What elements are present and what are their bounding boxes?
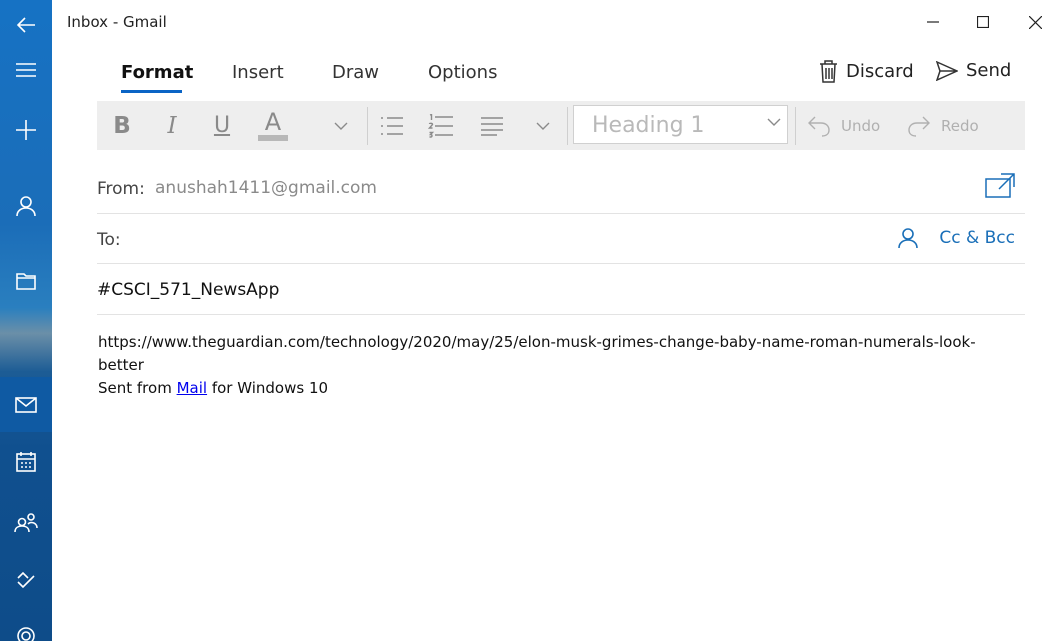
settings-button[interactable] (0, 615, 52, 641)
menu-button[interactable] (0, 45, 52, 95)
discard-button[interactable]: Discard (819, 60, 914, 83)
close-icon (1028, 15, 1042, 29)
align-left-icon (481, 116, 503, 136)
italic-button[interactable]: I (157, 101, 187, 150)
pop-out-icon[interactable] (985, 173, 1015, 199)
align-dropdown-button[interactable] (531, 101, 555, 150)
signature-prefix: Sent from (98, 379, 177, 397)
contact-picker-icon[interactable] (898, 227, 918, 249)
folders-icon (16, 273, 36, 290)
calendar-icon (16, 452, 36, 472)
body-link-text: https://www.theguardian.com/technology/2… (98, 333, 976, 374)
back-arrow-icon (16, 17, 35, 33)
from-value[interactable]: anushah1411@gmail.com (155, 178, 377, 198)
left-rail (0, 0, 52, 641)
chevron-down-icon (767, 118, 781, 126)
new-mail-button[interactable] (0, 105, 52, 155)
tab-format[interactable]: Format (121, 62, 193, 83)
style-select[interactable]: Heading 1 (573, 105, 788, 144)
cc-bcc-button[interactable]: Cc & Bcc (939, 228, 1015, 248)
signature-suffix: for Windows 10 (207, 379, 329, 397)
subject-row[interactable]: #CSCI_571_NewsApp (97, 264, 1025, 315)
minimize-icon (927, 21, 939, 23)
chevron-down-icon (536, 122, 550, 130)
discard-label: Discard (846, 61, 914, 82)
undo-label: Undo (841, 116, 881, 135)
signature: Sent from Mail for Windows 10 (98, 377, 1008, 400)
window-title: Inbox - Gmail (67, 13, 167, 31)
people-button[interactable] (0, 497, 52, 547)
redo-icon (908, 116, 930, 137)
active-tab-indicator (121, 90, 182, 93)
bold-button[interactable]: B (107, 101, 137, 150)
underline-button[interactable]: U (207, 101, 237, 150)
close-button[interactable] (1006, 0, 1052, 44)
send-icon (936, 60, 958, 81)
format-toolbar: B I U A Heading 1 Undo Redo (97, 101, 1025, 150)
toolbar-divider (367, 107, 368, 145)
style-select-value: Heading 1 (592, 113, 705, 138)
hamburger-menu-icon (16, 63, 36, 77)
people-icon (14, 513, 38, 533)
numbered-list-icon (428, 113, 453, 138)
tab-options[interactable]: Options (428, 62, 497, 83)
message-body[interactable]: https://www.theguardian.com/technology/2… (98, 331, 1008, 400)
font-color-glyph: A (264, 108, 282, 136)
mail-link[interactable]: Mail (177, 379, 207, 397)
send-label: Send (966, 60, 1012, 81)
toolbar-divider (567, 107, 568, 145)
align-button[interactable] (479, 101, 505, 150)
to-row[interactable]: To: Cc & Bcc (97, 213, 1025, 264)
send-button[interactable]: Send (936, 60, 1011, 81)
to-label: To: (97, 230, 121, 250)
font-dropdown-button[interactable] (329, 101, 353, 150)
tab-insert[interactable]: Insert (232, 62, 284, 83)
back-button[interactable] (0, 0, 52, 50)
folders-button[interactable] (0, 256, 52, 306)
calendar-button[interactable] (0, 437, 52, 487)
account-icon (16, 196, 36, 217)
new-mail-icon (16, 120, 36, 140)
mail-icon (15, 396, 37, 413)
numbered-list-button[interactable] (428, 101, 454, 150)
toolbar-divider (795, 107, 796, 145)
trash-icon (820, 60, 837, 83)
redo-label: Redo (941, 116, 979, 135)
bullet-list-button[interactable] (379, 101, 405, 150)
chevron-down-icon (334, 122, 348, 130)
font-color-button[interactable]: A (257, 101, 289, 150)
redo-button[interactable]: Redo (907, 101, 987, 150)
settings-icon (17, 627, 35, 641)
undo-icon (808, 116, 830, 137)
accounts-button[interactable] (0, 181, 52, 231)
from-row: From: anushah1411@gmail.com (97, 163, 1025, 214)
title-bar: Inbox - Gmail (52, 0, 1052, 44)
font-color-swatch (258, 135, 288, 141)
todo-button[interactable] (0, 556, 52, 606)
subject-field[interactable]: #CSCI_571_NewsApp (97, 280, 279, 300)
bullet-list-icon (381, 116, 403, 135)
maximize-icon (977, 16, 989, 28)
undo-button[interactable]: Undo (807, 101, 887, 150)
maximize-button[interactable] (954, 0, 1012, 44)
mail-button[interactable] (0, 377, 52, 432)
from-label: From: (97, 179, 145, 199)
tab-draw[interactable]: Draw (332, 62, 379, 83)
todo-icon (17, 571, 35, 589)
